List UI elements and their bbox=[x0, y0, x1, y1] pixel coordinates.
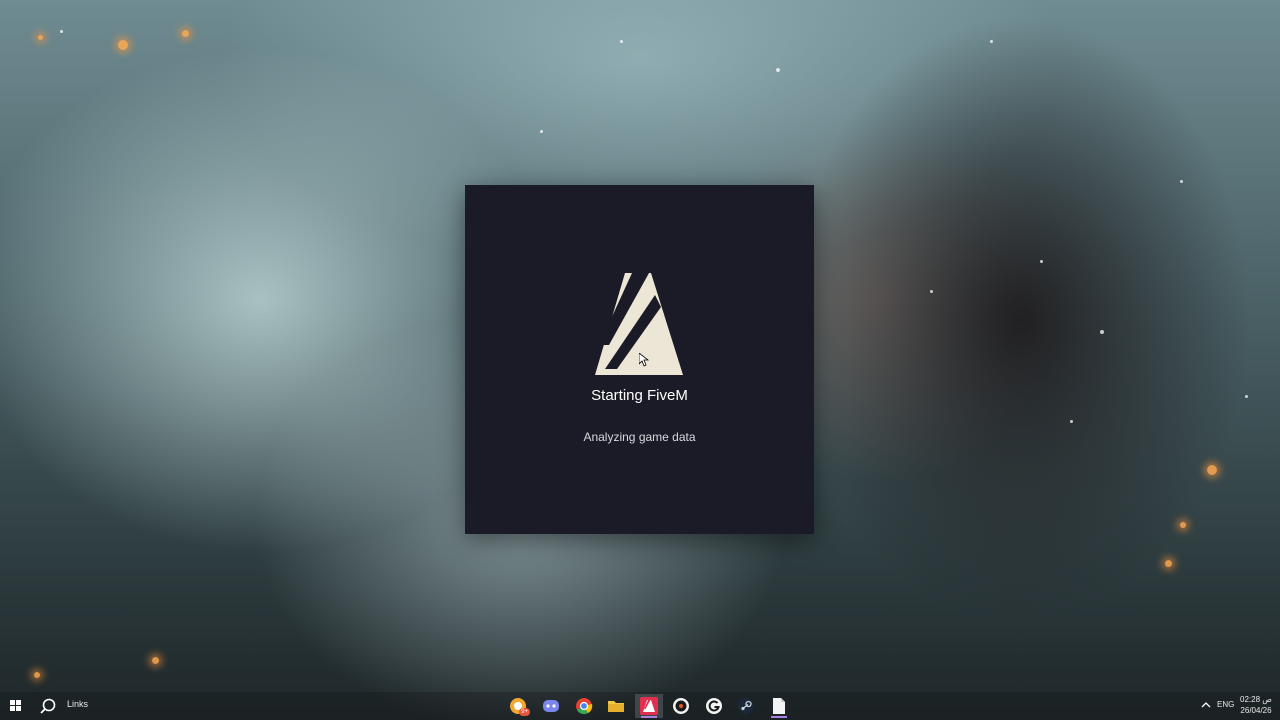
discord-taskbar-button[interactable] bbox=[537, 694, 565, 718]
logitech-g-icon bbox=[706, 698, 722, 714]
file-explorer-taskbar-button[interactable] bbox=[602, 694, 630, 718]
discord-icon bbox=[543, 700, 559, 712]
active-app-indicator bbox=[641, 716, 657, 718]
document-icon bbox=[773, 698, 785, 714]
running-app-indicator bbox=[771, 716, 787, 718]
splash-title: Starting FiveM bbox=[591, 387, 688, 404]
fivem-splash-window: Starting FiveM Analyzing game data bbox=[465, 185, 814, 534]
fivem-taskbar-button[interactable] bbox=[635, 694, 663, 718]
steam-taskbar-button[interactable] bbox=[732, 694, 760, 718]
opera-gx-taskbar-button[interactable]: 9+ bbox=[504, 694, 532, 718]
notification-badge: 9+ bbox=[519, 708, 530, 716]
chrome-icon bbox=[576, 698, 593, 715]
windows-start-button[interactable] bbox=[6, 698, 26, 714]
folder-icon bbox=[608, 701, 624, 712]
clock-date[interactable]: 26/04/26 bbox=[1236, 706, 1276, 715]
notepad-taskbar-button[interactable] bbox=[765, 694, 793, 718]
logitech-g-hub-taskbar-button[interactable] bbox=[700, 694, 728, 718]
search-label[interactable]: Links bbox=[67, 699, 88, 709]
splash-status-text: Analyzing game data bbox=[583, 430, 696, 444]
chrome-taskbar-button[interactable] bbox=[570, 694, 598, 718]
rockstar-icon bbox=[673, 698, 689, 714]
steam-icon bbox=[738, 698, 754, 714]
search-icon[interactable] bbox=[38, 697, 58, 715]
rockstar-launcher-taskbar-button[interactable] bbox=[667, 694, 695, 718]
chevron-up-icon[interactable] bbox=[1200, 698, 1212, 712]
clock-time[interactable]: 02:28 ص bbox=[1236, 695, 1276, 704]
fivem-icon bbox=[640, 697, 658, 715]
input-language-indicator[interactable]: ENG bbox=[1217, 700, 1234, 709]
taskbar: Links 9+ ENG 02:28 ص 26/04/26 bbox=[0, 692, 1280, 720]
mouse-cursor-icon bbox=[639, 353, 649, 367]
